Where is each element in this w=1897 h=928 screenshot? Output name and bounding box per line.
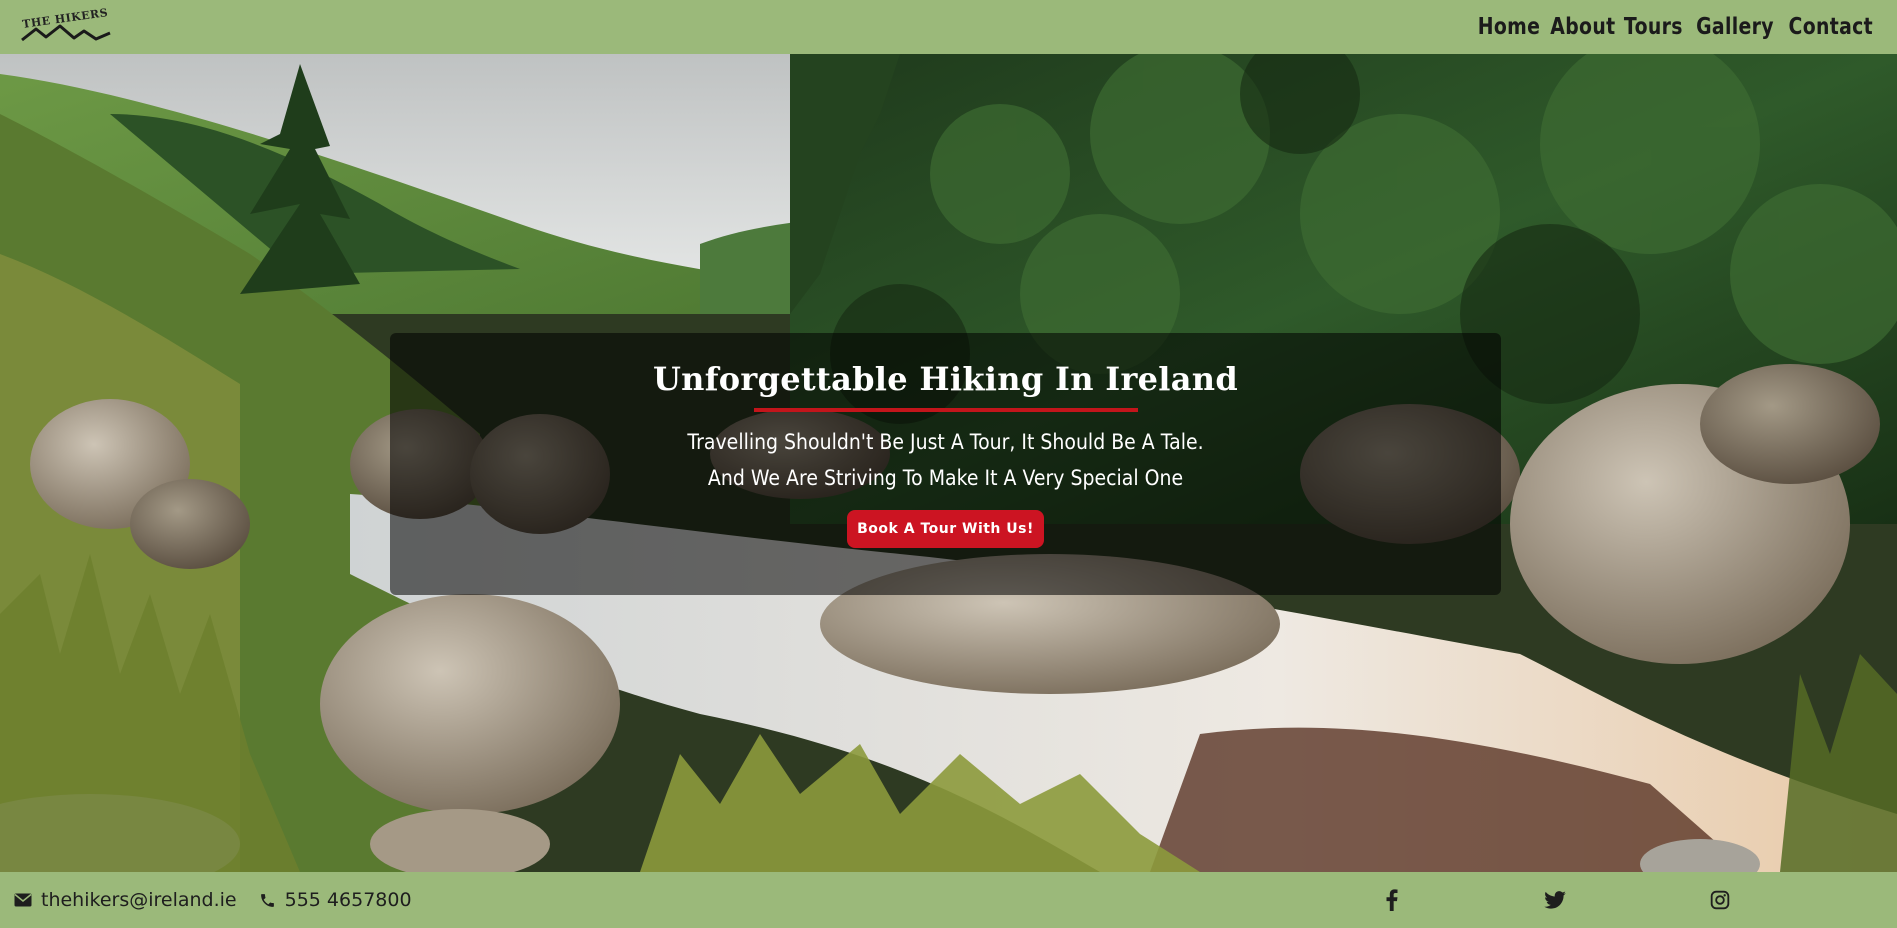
instagram-icon xyxy=(1710,890,1730,910)
envelope-icon xyxy=(14,893,32,907)
hero-section: Unforgettable Hiking In Ireland Travelli… xyxy=(0,54,1897,872)
site-header: THE HIKERS Home About Tours Gallery Cont… xyxy=(0,0,1897,54)
nav-tours[interactable]: Tours xyxy=(1624,14,1683,40)
footer-contact: thehikers@ireland.ie 555 4657800 xyxy=(14,889,426,911)
facebook-link[interactable] xyxy=(1385,888,1399,912)
site-footer: thehikers@ireland.ie 555 4657800 xyxy=(0,872,1897,928)
phone-text: 555 4657800 xyxy=(284,889,412,911)
book-tour-button[interactable]: Book A Tour With Us! xyxy=(847,510,1044,548)
site-logo[interactable]: THE HIKERS xyxy=(18,5,113,49)
phone-icon xyxy=(260,893,274,907)
hero-overlay-box: Unforgettable Hiking In Ireland Travelli… xyxy=(390,333,1501,595)
tagline-line-1: Travelling Shouldn't Be Just A Tour, It … xyxy=(687,430,1204,454)
nav-home[interactable]: Home xyxy=(1477,14,1539,40)
email-contact[interactable]: thehikers@ireland.ie xyxy=(14,889,237,911)
title-underline xyxy=(753,408,1138,412)
nav-contact[interactable]: Contact xyxy=(1789,14,1873,40)
nav-gallery[interactable]: Gallery xyxy=(1696,14,1774,40)
twitter-link[interactable] xyxy=(1544,888,1566,912)
nav-about[interactable]: About xyxy=(1550,14,1615,40)
tagline-line-2: And We Are Striving To Make It A Very Sp… xyxy=(707,466,1184,490)
twitter-icon xyxy=(1544,891,1566,909)
instagram-link[interactable] xyxy=(1710,888,1730,912)
hero-tagline: Travelling Shouldn't Be Just A Tour, It … xyxy=(446,424,1446,496)
facebook-icon xyxy=(1386,889,1398,911)
phone-contact[interactable]: 555 4657800 xyxy=(259,889,412,911)
main-nav: Home About Tours Gallery Contact xyxy=(1477,14,1873,40)
hero-title: Unforgettable Hiking In Ireland xyxy=(652,360,1239,398)
email-text: thehikers@ireland.ie xyxy=(41,889,237,911)
